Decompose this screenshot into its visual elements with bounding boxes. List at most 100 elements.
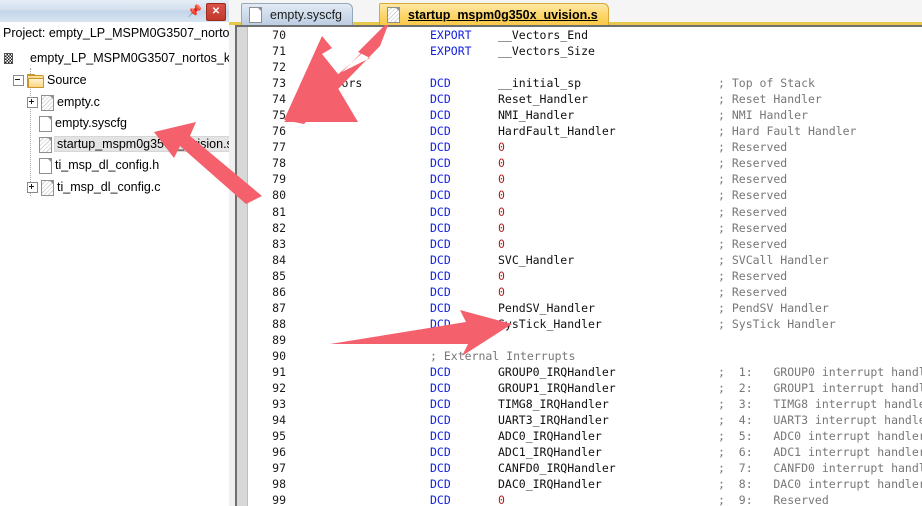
line-number: 86 <box>272 284 286 299</box>
pin-icon[interactable]: 📌 <box>186 3 203 19</box>
code-comment: ; Reserved <box>718 284 788 299</box>
code-operand: 0 <box>498 156 505 171</box>
code-directive: DCD <box>430 204 451 219</box>
code-line: 74 DCD Reset_Handler ; Reset Handler <box>248 91 922 107</box>
code-line: 88 DCD SysTick_Handler ; SysTick Handler <box>248 316 922 332</box>
line-number: 76 <box>272 124 286 139</box>
tree-item-label: startup_mspm0g350x_uvision.s <box>55 137 229 151</box>
code-directive: DCD <box>430 493 451 506</box>
code-line: 90 ; External Interrupts <box>248 348 922 364</box>
code-comment: ; Top of Stack <box>718 76 815 91</box>
code-directive: DCD <box>430 477 451 492</box>
code-operand: CANFD0_IRQHandler <box>498 461 616 476</box>
line-number: 97 <box>272 461 286 476</box>
tree-item-label: empty_LP_MSPM0G3507_nortos_keil <box>30 51 229 65</box>
tree-item-project-root[interactable]: empty_LP_MSPM0G3507_nortos_keil <box>0 48 229 68</box>
code-line: 78 DCD 0 ; Reserved <box>248 155 922 171</box>
code-operand: 0 <box>498 220 505 235</box>
line-number: 90 <box>272 348 286 363</box>
line-number: 70 <box>272 28 286 42</box>
code-operand: __Vectors_Size <box>498 44 595 59</box>
code-directive: DCD <box>430 252 451 267</box>
code-directive: DCD <box>430 124 451 139</box>
tree-item-startup-s[interactable]: startup_mspm0g350x_uvision.s <box>0 134 229 154</box>
line-number: 87 <box>272 300 286 315</box>
code-line: 94 DCD UART3_IRQHandler ; 4: UART3 interrup… <box>248 412 922 428</box>
code-operand: 0 <box>498 172 505 187</box>
code-operand: GROUP1_IRQHandler <box>498 381 616 396</box>
line-number: 88 <box>272 316 286 331</box>
code-line: 95 DCD ADC0_IRQHandler ; 5: ADC0 interrupt … <box>248 428 922 444</box>
line-number: 99 <box>272 493 286 506</box>
line-number: 98 <box>272 477 286 492</box>
code-line: 70 EXPORT __Vectors_End <box>248 27 922 43</box>
close-icon[interactable]: ✕ <box>206 3 226 21</box>
code-comment: ; SVCall Handler <box>718 252 829 267</box>
code-line: 76 DCD HardFault_Handler ; Hard Fault Handl… <box>248 123 922 139</box>
code-operand: ADC0_IRQHandler <box>498 429 602 444</box>
code-comment: ; SysTick Handler <box>718 316 836 331</box>
tab-startup-mspm0g350x-uvision-s[interactable]: startup_mspm0g350x_uvision.s <box>379 3 609 25</box>
line-number: 83 <box>272 236 286 251</box>
collapse-minus-icon[interactable] <box>13 74 24 86</box>
code-directive: DCD <box>430 172 451 187</box>
tab-label: empty.syscfg <box>270 7 343 22</box>
tree-item-ti-msp-dl-config-c[interactable]: ti_msp_dl_config.c <box>0 177 229 197</box>
line-number: 72 <box>272 60 286 75</box>
tree-item-ti-msp-dl-config-h[interactable]: ti_msp_dl_config.h <box>0 155 229 175</box>
ide-window: 📌 ✕ Project: empty_LP_MSPM0G3507_nortos_… <box>0 0 922 506</box>
code-directive: DCD <box>430 284 451 299</box>
code-directive: DCD <box>430 364 451 379</box>
file-hatched-icon <box>41 179 54 196</box>
code-line: 81 DCD 0 ; Reserved <box>248 204 922 220</box>
code-directive: DCD <box>430 220 451 235</box>
tree-item-source[interactable]: Source <box>0 70 229 90</box>
tab-empty-syscfg[interactable]: empty.syscfg <box>241 3 354 25</box>
file-hatched-icon <box>41 94 54 111</box>
line-number: 82 <box>272 220 286 235</box>
project-tree-container: Project: empty_LP_MSPM0G3507_nortos_k em… <box>0 22 229 506</box>
code-directive: DCD <box>430 140 451 155</box>
expand-plus-icon[interactable] <box>27 96 38 108</box>
line-number: 75 <box>272 108 286 123</box>
editor-gutter[interactable] <box>237 27 248 506</box>
code-directive: DCD <box>430 429 451 444</box>
code-line: 72 <box>248 59 922 75</box>
code-directive: DCD <box>430 188 451 203</box>
code-operand: 0 <box>498 284 505 299</box>
code-line: 99 DCD 0 ; 9: Reserved <box>248 492 922 506</box>
code-comment: ; Reserved <box>718 204 788 219</box>
code-operand: Reset_Handler <box>498 92 589 107</box>
code-text-area[interactable]: 70 EXPORT __Vectors_End 71 EXPORT __Vectors_S… <box>248 27 922 506</box>
tree-item-empty-c[interactable]: empty.c <box>0 92 229 112</box>
line-number: 73 <box>272 76 286 91</box>
code-comment: ; Reserved <box>718 268 788 283</box>
code-operand: UART3_IRQHandler <box>498 413 609 428</box>
tab-label: startup_mspm0g350x_uvision.s <box>408 7 598 22</box>
code-operand: PendSV_Handler <box>498 300 595 315</box>
code-comment: ; 2: GROUP1 interrupt handler <box>718 381 922 396</box>
line-number: 77 <box>272 140 286 155</box>
file-icon <box>39 115 52 132</box>
code-comment: ; 5: ADC0 interrupt handler <box>718 429 922 444</box>
tree-item-empty-syscfg[interactable]: empty.syscfg <box>0 113 229 133</box>
file-icon <box>249 7 262 23</box>
tree-item-label: Source <box>47 73 87 87</box>
tree-item-label: ti_msp_dl_config.c <box>57 180 161 194</box>
code-comment: ; Reserved <box>718 220 788 235</box>
folder-icon <box>27 73 44 88</box>
tree-item-label: empty.c <box>57 95 100 109</box>
code-section-comment: ; External Interrupts <box>430 348 576 363</box>
code-line: 86 DCD 0 ; Reserved <box>248 284 922 300</box>
code-directive: DCD <box>430 76 451 91</box>
expand-plus-icon[interactable] <box>27 181 38 193</box>
code-operand: DAC0_IRQHandler <box>498 477 602 492</box>
line-number: 91 <box>272 364 286 379</box>
code-directive: DCD <box>430 381 451 396</box>
project-panel-titlebar: 📌 ✕ <box>0 0 229 23</box>
line-number: 71 <box>272 44 286 59</box>
code-directive: DCD <box>430 156 451 171</box>
file-hatched-icon <box>387 7 400 23</box>
code-directive: EXPORT <box>430 28 472 42</box>
